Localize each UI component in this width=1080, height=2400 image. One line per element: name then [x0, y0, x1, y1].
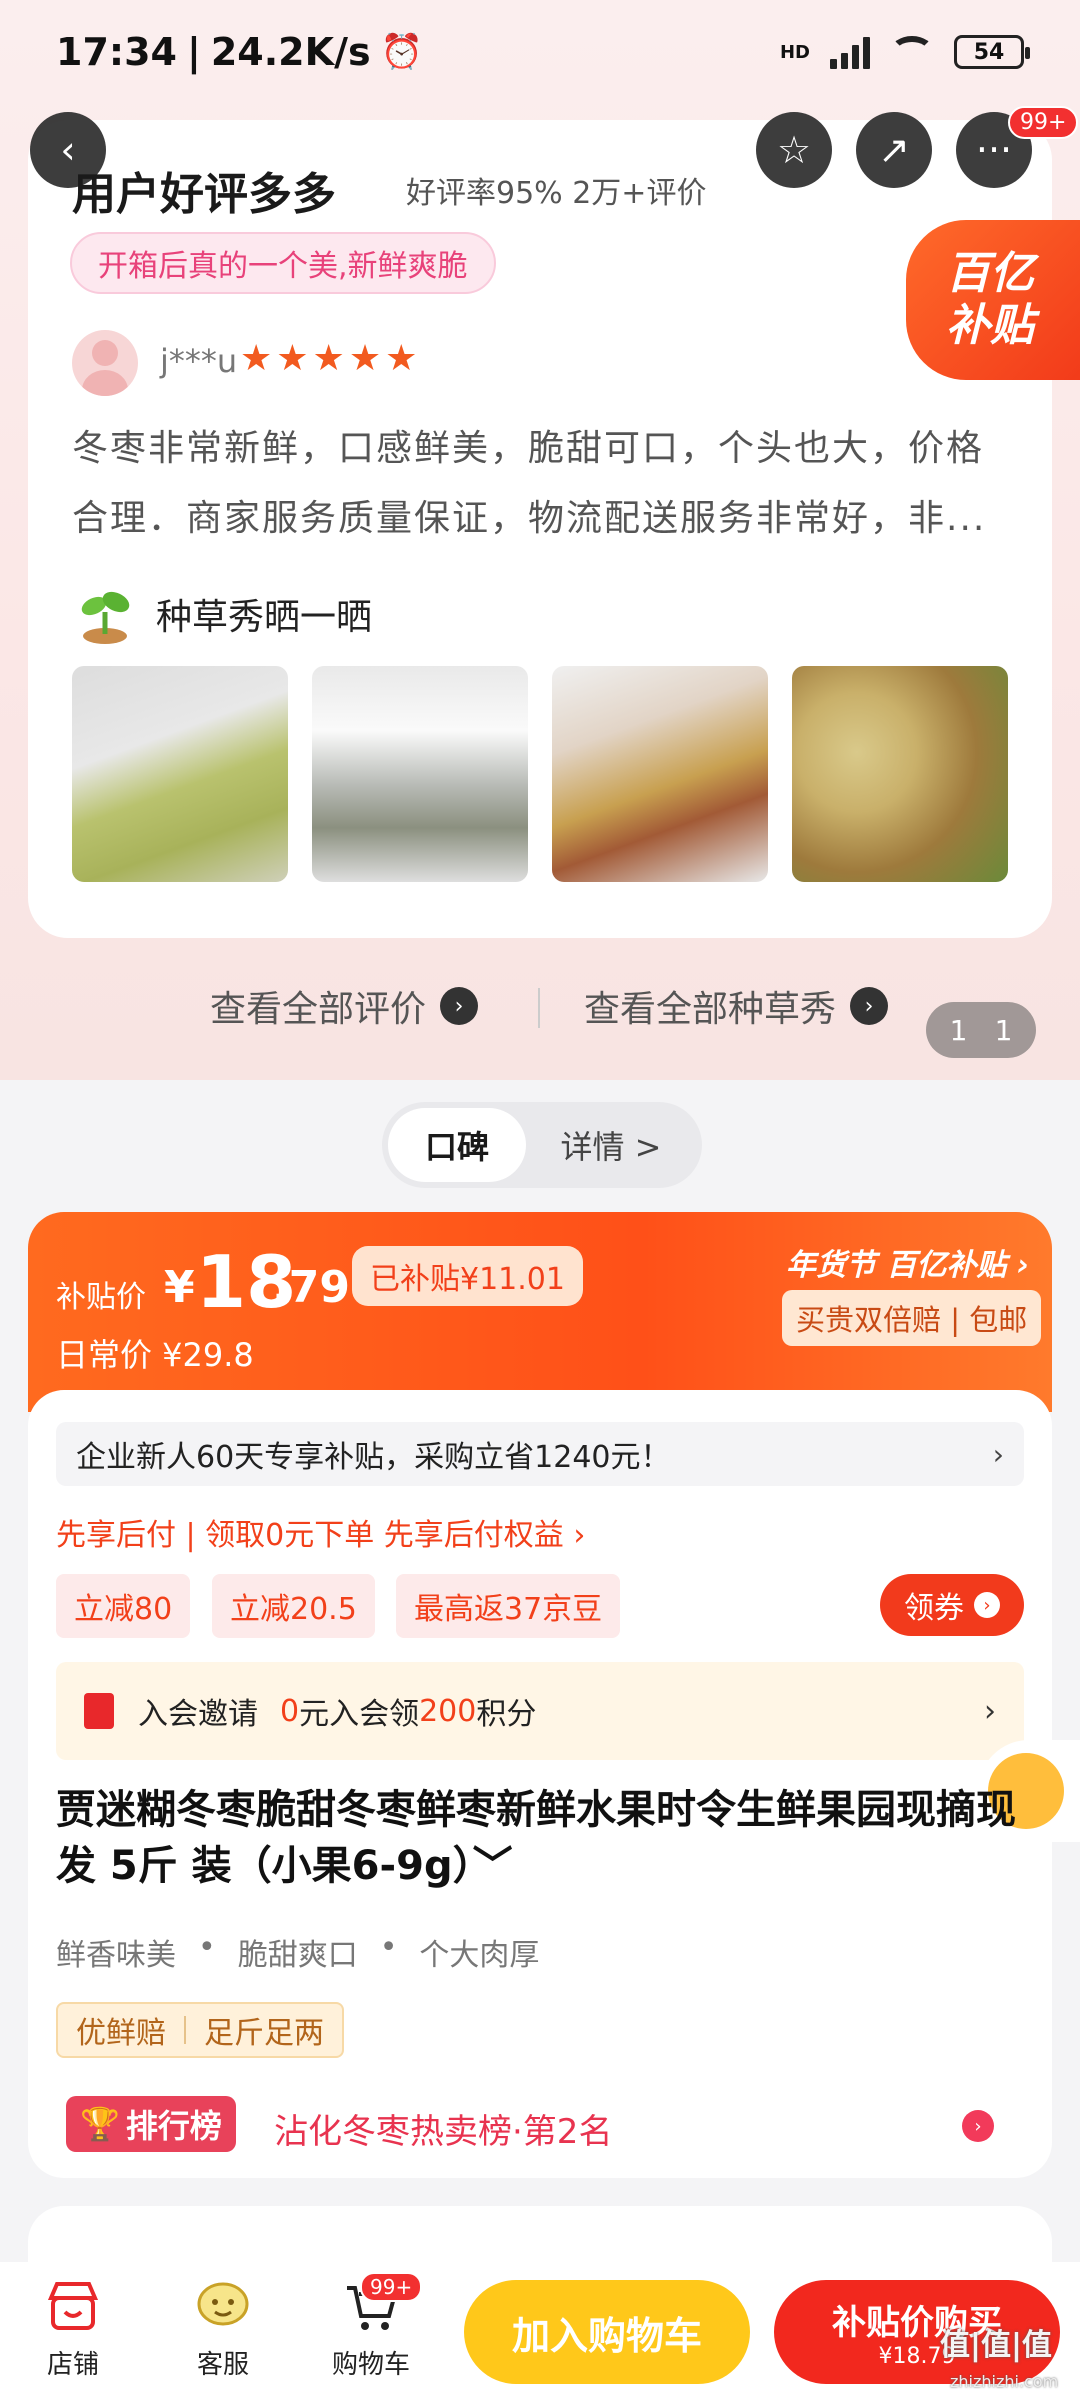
chevron-right-icon: ›	[974, 1592, 1000, 1618]
review-photo[interactable]	[312, 666, 528, 882]
ranking-badge-label: 排行榜	[125, 2107, 222, 2145]
red-packet-icon	[84, 1693, 114, 1729]
member-points: 200	[419, 1693, 477, 1729]
battery-icon: 54	[954, 35, 1030, 69]
view-all-shows-label: 查看全部种草秀	[584, 989, 837, 1030]
review-title: 用户好评多多	[72, 169, 336, 220]
site-watermark: 值|值|值	[940, 2328, 1052, 2363]
guarantee-tag: 优鲜赔	[76, 2016, 166, 2051]
member-suffix: 积分	[476, 1697, 537, 1732]
business-subsidy-text: 企业新人60天专享补贴，采购立省1240元！	[76, 1440, 671, 1475]
tab-reputation[interactable]: 口碑	[388, 1108, 526, 1182]
chevron-right-icon: ›	[992, 1437, 1004, 1471]
review-photo[interactable]	[552, 666, 768, 882]
status-time: 17:34	[56, 30, 177, 74]
wifi-icon	[890, 36, 934, 68]
product-title[interactable]: 贾迷糊冬枣脆甜冬枣鲜枣新鲜水果时令生鲜果园现摘现发 5斤 装（小果6-9g）﹀	[56, 1782, 1016, 1894]
coupon-chip[interactable]: 最高返37京豆	[396, 1574, 621, 1638]
review-rate[interactable]: 好评率95% 2万+评价	[406, 168, 706, 212]
status-speed: 24.2K/s	[210, 30, 371, 74]
member-zero: 0	[280, 1693, 300, 1729]
view-all-shows-link[interactable]: 查看全部种草秀 ›	[584, 980, 889, 1032]
daily-price: 日常价 ¥29.8	[56, 1336, 254, 1374]
add-to-cart-button[interactable]: 加入购物车	[464, 2280, 750, 2384]
message-badge: 99+	[1008, 106, 1079, 139]
festival-subsidy-link[interactable]: 年货节 百亿补贴 ›	[786, 1240, 1029, 1284]
network-label: HD	[779, 41, 810, 63]
coupon-chip[interactable]: 立减20.5	[212, 1574, 375, 1638]
chevron-right-icon: ›	[984, 1693, 996, 1729]
alarm-icon: ⏰	[380, 32, 423, 72]
chevron-right-icon: ›	[850, 987, 889, 1025]
share-button[interactable]: ↗	[856, 112, 932, 188]
customer-service-button[interactable]: 客服	[168, 2278, 278, 2381]
subsidy-badge-line1: 百亿	[946, 248, 1034, 299]
subsidy-badge-line2: 补贴	[946, 300, 1034, 351]
review-photo[interactable]	[72, 666, 288, 882]
battery-level: 54	[973, 39, 1005, 65]
view-all-reviews-link[interactable]: 查看全部评价 ›	[210, 980, 479, 1032]
get-coupon-label: 领券	[904, 1591, 964, 1626]
review-photo[interactable]	[792, 666, 1008, 882]
tab-details[interactable]: 详情 >	[526, 1122, 696, 1168]
sprout-icon	[81, 591, 130, 644]
business-subsidy-banner[interactable]: 企业新人60天专享补贴，采购立省1240元！ ›	[56, 1422, 1024, 1486]
view-all-reviews-label: 查看全部评价	[210, 989, 427, 1030]
feature-item: 鲜香味美	[56, 1938, 176, 1973]
subsidized-amount: 已补贴¥11.01	[352, 1246, 583, 1306]
price-decimal: .79	[272, 1262, 350, 1313]
guarantee-tag: 足斤足两	[204, 2016, 324, 2051]
subsidy-badge[interactable]: 百亿 补贴	[906, 220, 1080, 380]
chevron-right-icon[interactable]: ›	[962, 2110, 994, 2142]
signal-icon	[830, 35, 870, 69]
pager-left: 1	[949, 1013, 968, 1047]
status-bar: 17:34 | 24.2K/s ⏰ HD 54	[0, 0, 1080, 104]
more-dots-icon: ···	[975, 128, 1013, 172]
price-currency: ¥	[164, 1262, 195, 1313]
avatar	[72, 330, 138, 396]
content-toggle: 口碑 详情 >	[382, 1102, 702, 1188]
store-label: 店铺	[46, 2350, 99, 2380]
pay-later-link[interactable]: 先享后付 | 领取0元下单 先享后付权益 ›	[56, 1510, 585, 1554]
store-icon	[47, 2282, 99, 2330]
member-mid: 元入会领	[299, 1697, 420, 1732]
image-pager: 1 1	[926, 1002, 1036, 1058]
chevron-right-icon: ›	[1016, 1248, 1030, 1283]
feature-item: 个大肉厚	[419, 1938, 540, 1973]
double-pay-guarantee[interactable]: 买贵双倍赔 | 包邮	[782, 1290, 1042, 1346]
star-outline-icon: ☆	[776, 128, 812, 172]
review-text-line: 合理．商家服务质量保证，物流配送服务非常好，非...	[72, 498, 987, 539]
feature-item: 脆甜爽口	[237, 1938, 358, 1973]
review-text[interactable]: 冬枣非常新鲜，口感鲜美，脆甜可口，个头也大，价格 合理．商家服务质量保证，物流配…	[72, 414, 1022, 554]
divider	[538, 988, 540, 1028]
show-section-title: 种草秀晒一晒	[156, 597, 373, 638]
favorite-button[interactable]: ☆	[756, 112, 832, 188]
get-coupon-button[interactable]: 领券 ›	[880, 1574, 1024, 1636]
product-features: 鲜香味美 • 脆甜爽口 • 个大肉厚	[56, 1930, 540, 1973]
ranking-text[interactable]: 沾化冬枣热卖榜·第2名	[274, 2104, 612, 2153]
customer-service-label: 客服	[196, 2350, 249, 2380]
trophy-icon: 🏆	[80, 2105, 120, 2143]
share-icon: ↗	[878, 128, 910, 172]
coupon-chip[interactable]: 立减80	[56, 1574, 191, 1638]
customer-service-icon	[197, 2282, 249, 2326]
cart-label: 购物车	[331, 2350, 410, 2380]
festival-label: 年货节 百亿补贴	[786, 1248, 1007, 1283]
store-button[interactable]: 店铺	[18, 2278, 128, 2381]
review-username: j***u	[160, 342, 238, 380]
review-stars: ★★★★★	[240, 338, 422, 379]
price-label: 补贴价	[56, 1280, 146, 1315]
review-text-line: 冬枣非常新鲜，口感鲜美，脆甜可口，个头也大，价格	[72, 428, 985, 469]
pager-right: 1	[994, 1013, 1013, 1047]
cart-count-badge: 99+	[360, 2272, 423, 2302]
chevron-right-icon: ›	[440, 987, 479, 1025]
ranking-badge: 🏆 排行榜	[66, 2096, 236, 2152]
membership-invite[interactable]: 入会邀请 0 元入会领 200 积分 ›	[56, 1662, 1024, 1760]
site-watermark-url: zhizhizhi.com	[950, 2372, 1059, 2391]
member-prefix: 入会邀请	[138, 1697, 258, 1732]
next-card-peek	[28, 2206, 1052, 2266]
guarantee-tags[interactable]: 优鲜赔 足斤足两	[56, 2002, 344, 2058]
review-highlight-tag[interactable]: 开箱后真的一个美,新鲜爽脆	[70, 232, 496, 294]
